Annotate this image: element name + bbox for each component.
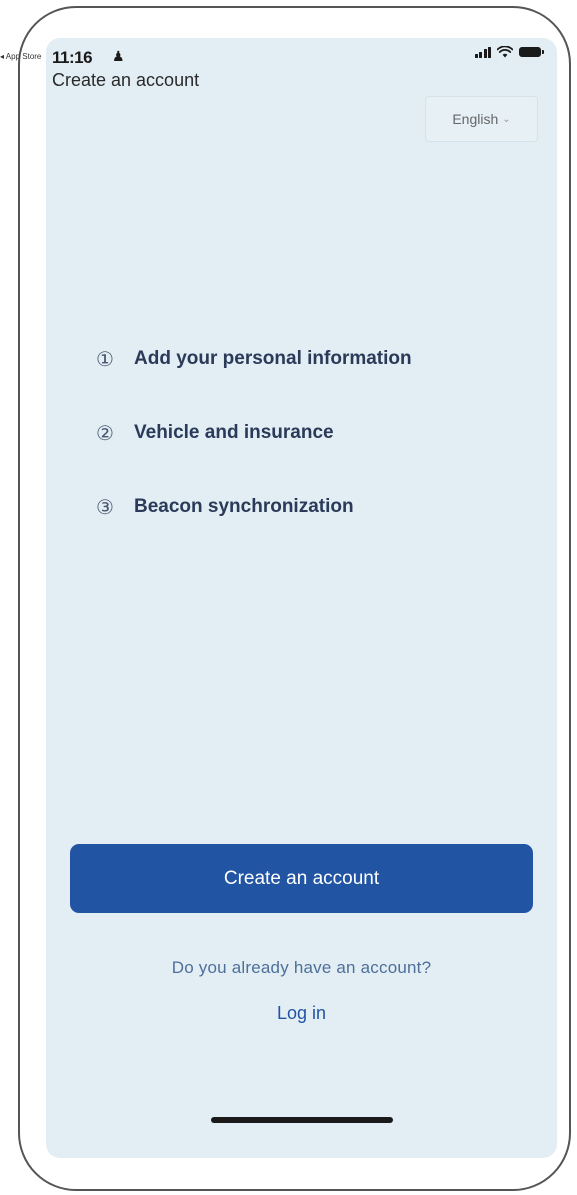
back-to-app-store-link[interactable]: ◂ App Store [0,52,41,61]
step-number: ③ [96,496,114,519]
login-link[interactable]: Log in [70,1003,533,1024]
status-icons [474,46,544,58]
step-number: ② [96,422,114,445]
step-number: ① [96,348,114,371]
step-label: Add your personal information [134,348,412,369]
step-item: ① Add your personal information [96,344,412,374]
language-selector[interactable]: English ⌄ [425,96,538,142]
step-item: ② Vehicle and insurance [96,418,412,448]
step-label: Beacon synchronization [134,496,354,517]
create-account-button[interactable]: Create an account [70,844,533,913]
already-have-account-text: Do you already have an account? [171,958,432,977]
step-label: Vehicle and insurance [134,422,334,443]
page-title: Create an account [52,70,200,90]
person-icon: ♟ [112,48,125,64]
home-indicator [211,1117,393,1123]
onboarding-steps: ① Add your personal information ② Vehicl… [96,344,412,566]
chevron-down-icon: ⌄ [502,113,511,125]
wifi-icon [497,46,513,58]
app-screen [46,38,557,1158]
step-item: ③ Beacon synchronization [96,492,412,522]
battery-icon [519,47,544,57]
signal-icon [474,46,491,58]
language-label: English [452,111,499,127]
status-time: 11:16 [52,48,93,67]
